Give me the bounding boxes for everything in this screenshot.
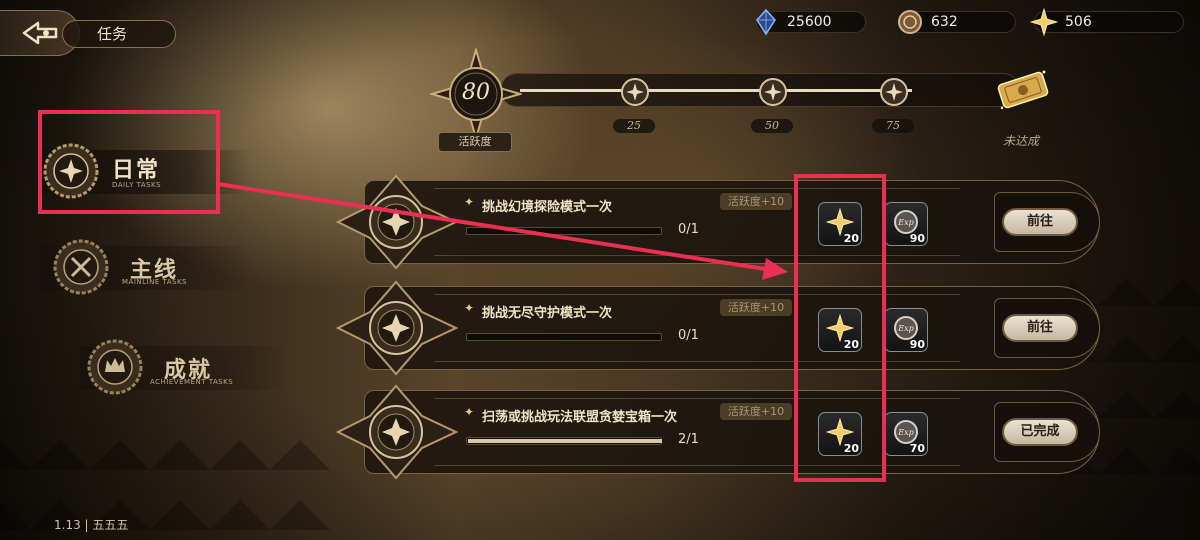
svg-text:Exp: Exp [897, 428, 913, 437]
activity-reward-tag: 活跃度+10 [720, 299, 792, 316]
activity-label: 活跃度 [438, 132, 512, 152]
milestone-label: 25 [613, 119, 655, 133]
gold-star-icon [1029, 7, 1059, 37]
back-arrow-icon [22, 21, 57, 45]
milestone-label: 75 [872, 119, 914, 133]
task-card: ✦ 挑战无尽守护模式一次 活跃度+10 0/1 20 Exp 90 前往 [330, 280, 1100, 376]
milestone-25-icon[interactable] [620, 77, 650, 107]
reward-exp-item[interactable]: Exp 90 [884, 308, 928, 352]
go-button[interactable]: 前往 [1002, 208, 1078, 236]
nav-sub-mainline: MAINLINE TASKS [122, 278, 187, 286]
task-bullet-star-icon: ✦ [464, 405, 475, 419]
chest-status: 未达成 [1002, 134, 1039, 148]
completed-button[interactable]: 已完成 [1002, 418, 1078, 446]
milestone-75-icon[interactable] [879, 77, 909, 107]
version-text: 1.13 | 五五五 [54, 518, 129, 532]
task-emblem-icon [335, 384, 459, 480]
reward-chest-ticket-icon[interactable] [994, 66, 1052, 114]
task-emblem-icon [335, 280, 459, 376]
resource-crystal[interactable]: 25600 [756, 8, 866, 36]
activity-reward-tag: 活跃度+10 [720, 193, 792, 210]
reward-exp-value: 90 [909, 338, 925, 351]
task-progress-bar [466, 227, 662, 235]
achievement-emblem-icon [87, 339, 143, 395]
resource-coin[interactable]: 632 [898, 10, 1016, 34]
reward-exp-item[interactable]: Exp 70 [884, 412, 928, 456]
bronze-coin-icon [898, 10, 922, 34]
task-progress-text: 2/1 [678, 432, 699, 447]
reward-exp-value: 90 [909, 232, 925, 245]
activity-reward-tag: 活跃度+10 [720, 403, 792, 420]
activity-value: 80 [462, 80, 490, 105]
task-card: ✦ 挑战幻境探险模式一次 活跃度+10 0/1 20 Exp 90 前往 [330, 174, 1100, 270]
task-title: 扫荡或挑战玩法联盟贪婪宝箱一次 [482, 410, 678, 425]
highlight-box-daily-tab [38, 110, 220, 214]
reward-exp-value: 70 [909, 442, 925, 455]
page-title: 任务 [62, 20, 176, 48]
task-progress-text: 0/1 [678, 328, 699, 343]
task-card: ✦ 扫荡或挑战玩法联盟贪婪宝箱一次 活跃度+10 2/1 20 Exp 70 已… [330, 384, 1100, 480]
crystal-count: 25600 [787, 14, 832, 30]
task-progress-bar [466, 437, 662, 445]
task-title: 挑战无尽守护模式一次 [482, 306, 613, 321]
milestone-label: 50 [751, 119, 793, 133]
task-emblem-icon [335, 174, 459, 270]
star-count: 506 [1065, 14, 1092, 30]
svg-text:Exp: Exp [897, 324, 913, 333]
milestone-50-icon[interactable] [758, 77, 788, 107]
task-title: 挑战幻境探险模式一次 [482, 200, 613, 215]
task-bullet-star-icon: ✦ [464, 195, 475, 209]
blue-crystal-icon [756, 8, 776, 36]
task-bullet-star-icon: ✦ [464, 301, 475, 315]
highlight-box-rewards [794, 174, 886, 482]
task-progress-text: 0/1 [678, 222, 699, 237]
activity-progress-fill [520, 89, 912, 92]
task-progress-fill [468, 439, 662, 443]
reward-exp-item[interactable]: Exp 90 [884, 202, 928, 246]
svg-text:Exp: Exp [897, 218, 913, 227]
mainline-emblem-icon [53, 239, 109, 295]
coin-count: 632 [931, 14, 958, 30]
nav-sub-achievement: ACHIEVEMENT TASKS [150, 378, 234, 386]
resource-star[interactable]: 506 [1029, 7, 1184, 37]
task-progress-bar [466, 333, 662, 341]
go-button[interactable]: 前往 [1002, 314, 1078, 342]
